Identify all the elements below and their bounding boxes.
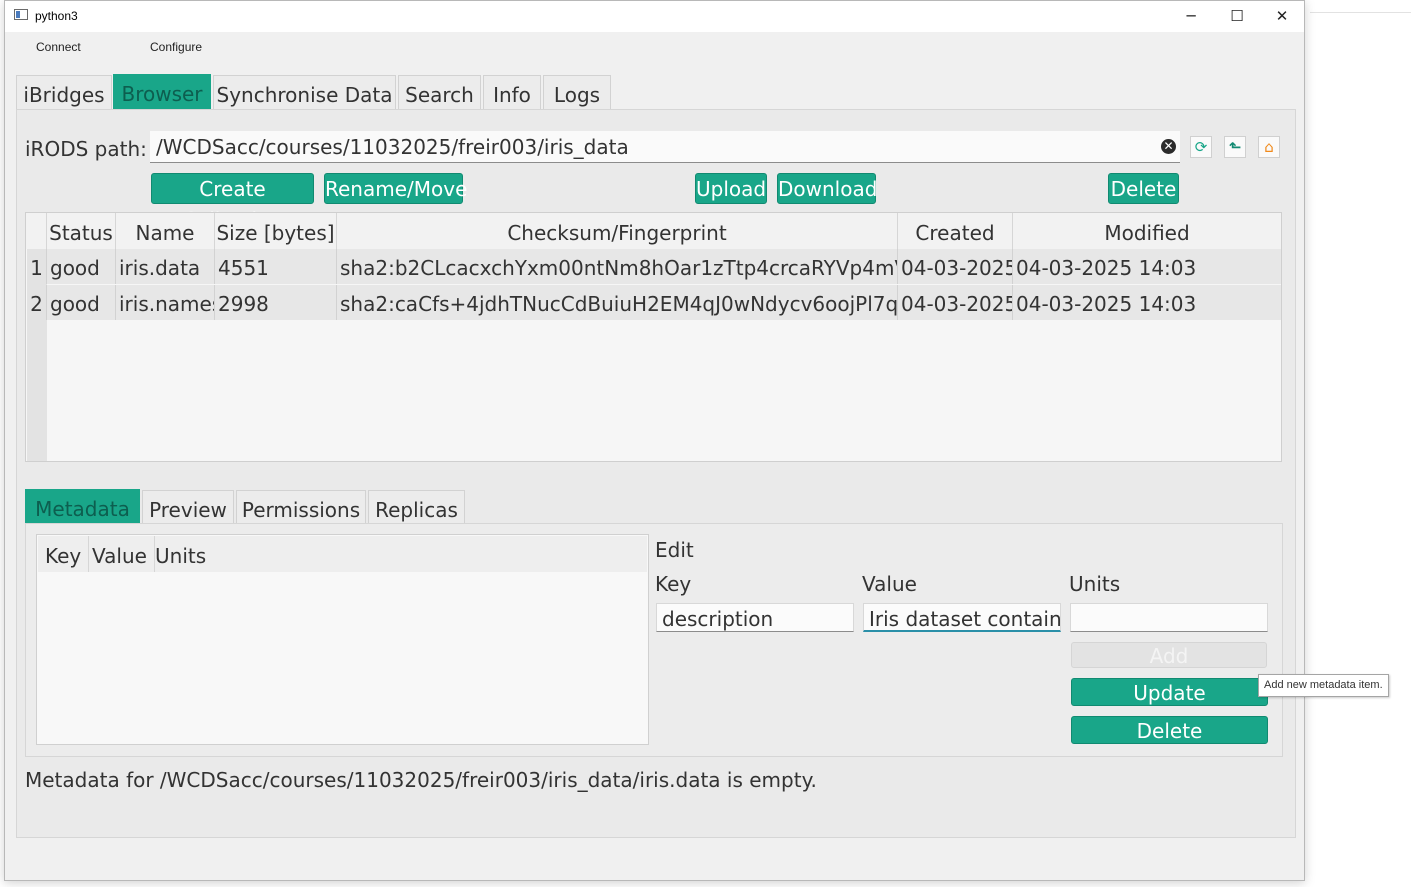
corner-cell — [26, 213, 47, 249]
cell-modified: 04-03-2025 14:03 — [1016, 292, 1197, 316]
delete-metadata-button[interactable]: Delete — [1071, 716, 1268, 744]
menu-bar: Connect Configure — [5, 32, 1304, 60]
table-row[interactable]: 2 good iris.names 2998 sha2:caCfs+4jdhTN… — [27, 285, 1281, 320]
metadata-table-header: Key Value Units — [38, 536, 647, 572]
desktop-divider — [1310, 12, 1411, 13]
metadata-units-input[interactable] — [1070, 603, 1268, 632]
tab-logs[interactable]: Logs — [543, 75, 611, 110]
value-label: Value — [862, 572, 917, 596]
metadata-value-input[interactable]: Iris dataset containin — [863, 603, 1061, 632]
rename-move-button[interactable]: Rename/Move — [324, 173, 467, 204]
cell-status: good — [47, 249, 116, 284]
table-row[interactable]: 1 good iris.data 4551 sha2:b2CLcacxchYxm… — [27, 249, 1281, 284]
collection-table[interactable]: Status Name Size [bytes] Checksum/Finger… — [25, 212, 1282, 462]
metadata-key-input[interactable]: description — [656, 603, 854, 632]
column-header-checksum[interactable]: Checksum/Fingerprint — [337, 213, 898, 249]
irods-path-input[interactable]: /WCDSacc/courses/11032025/freir003/iris_… — [150, 131, 1180, 163]
cell-checksum: sha2:caCfs+4jdhTNucCdBuiuH2EM4qJ0wNdycv6… — [337, 285, 898, 320]
parent-folder-icon[interactable]: ⬑ — [1224, 136, 1246, 158]
tab-ibridges[interactable]: iBridges — [16, 75, 112, 110]
row-number: 1 — [27, 249, 47, 284]
row-number: 2 — [27, 285, 47, 320]
clear-icon[interactable]: ✕ — [1161, 139, 1176, 154]
units-label: Units — [1069, 572, 1121, 596]
cell-name: iris.data — [116, 249, 215, 284]
tab-info[interactable]: Info — [483, 75, 541, 110]
tab-search[interactable]: Search — [398, 75, 481, 110]
irods-path-label: iRODS path: — [25, 137, 147, 161]
tab-synchronise-data[interactable]: Synchronise Data — [213, 75, 396, 110]
cell-modified: 04-03-2025 14:03 — [1016, 256, 1197, 280]
md-column-key[interactable]: Key — [38, 536, 90, 572]
add-metadata-button[interactable]: Add — [1071, 642, 1267, 668]
home-icon[interactable]: ⌂ — [1258, 136, 1280, 158]
tab-preview[interactable]: Preview — [142, 490, 234, 525]
maximize-button[interactable]: ☐ — [1214, 1, 1260, 32]
menu-configure[interactable]: Configure — [150, 40, 202, 54]
column-header-size[interactable]: Size [bytes] — [215, 213, 337, 249]
column-header-status[interactable]: Status — [47, 213, 116, 249]
add-metadata-tooltip: Add new metadata item. — [1258, 674, 1389, 697]
app-window-icon — [14, 9, 28, 20]
cell-created: 04-03-2025 — [898, 285, 1013, 320]
md-column-units[interactable]: Units — [148, 536, 213, 572]
key-label: Key — [655, 572, 692, 596]
title-bar: python3 ─ ☐ ✕ — [5, 1, 1304, 32]
metadata-table[interactable]: Key Value Units — [36, 534, 649, 745]
tab-permissions[interactable]: Permissions — [236, 490, 366, 525]
cell-status: good — [47, 285, 116, 320]
column-header-created[interactable]: Created — [898, 213, 1013, 249]
column-header-name[interactable]: Name — [116, 213, 215, 249]
md-column-value[interactable]: Value — [85, 536, 155, 572]
cell-size: 4551 — [215, 249, 337, 284]
download-button[interactable]: Download — [777, 173, 877, 204]
irods-path-value: /WCDSacc/courses/11032025/freir003/iris_… — [156, 135, 629, 159]
cell-checksum: sha2:b2CLcacxchYxm00ntNm8hOar1zTtp4crcaR… — [337, 249, 898, 284]
tab-metadata[interactable]: Metadata — [25, 489, 140, 524]
cell-created: 04-03-2025 — [898, 249, 1013, 284]
edit-label: Edit — [655, 538, 694, 562]
app-window: python3 ─ ☐ ✕ Connect Configure iBridges… — [4, 0, 1305, 881]
column-header-modified[interactable]: Modified — [1013, 213, 1281, 249]
create-collection-button[interactable]: Create Collection — [151, 173, 314, 232]
metadata-status-message: Metadata for /WCDSacc/courses/11032025/f… — [25, 768, 817, 792]
delete-button[interactable]: Delete — [1108, 173, 1179, 204]
window-title: python3 — [35, 9, 78, 23]
cell-name: iris.names — [116, 285, 215, 320]
upload-button[interactable]: Upload — [695, 173, 767, 204]
close-window-button[interactable]: ✕ — [1259, 1, 1305, 32]
refresh-icon[interactable]: ⟳ — [1190, 136, 1212, 158]
update-metadata-button[interactable]: Update — [1071, 678, 1268, 706]
cell-size: 2998 — [215, 285, 337, 320]
minimize-button[interactable]: ─ — [1168, 1, 1214, 32]
tab-replicas[interactable]: Replicas — [368, 490, 465, 525]
tab-browser[interactable]: Browser — [113, 74, 211, 110]
menu-connect[interactable]: Connect — [36, 40, 81, 54]
